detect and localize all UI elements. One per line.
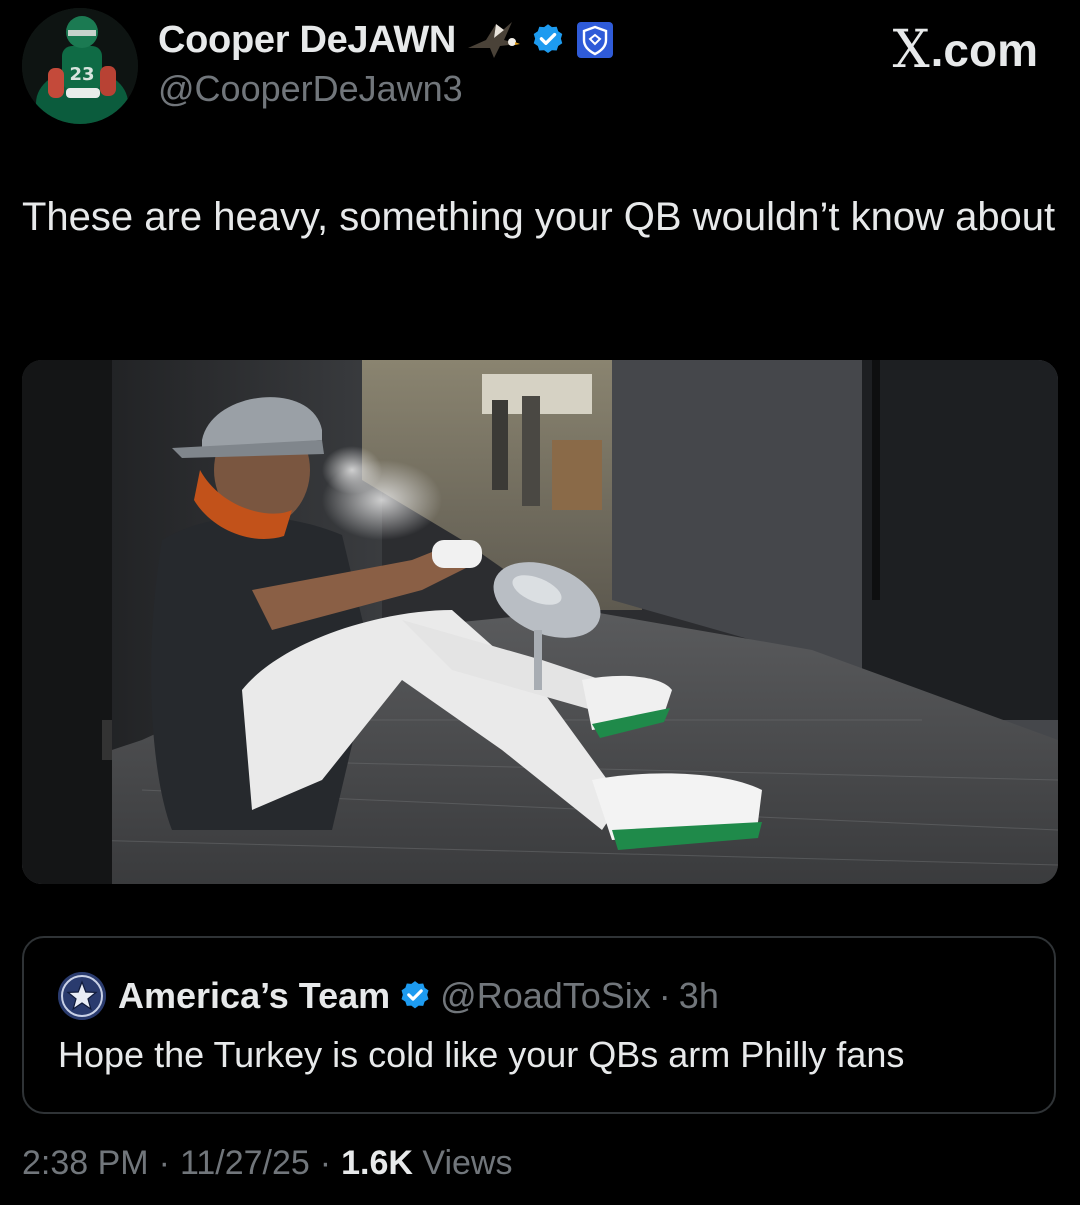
quoted-tweet[interactable]: America’s Team @RoadToSix · 3h Hope the … [22,936,1056,1114]
meta-separator: · [319,1144,332,1182]
x-logo-text: .com [930,24,1038,76]
post-date[interactable]: 11/27/25 [180,1144,310,1183]
tweet-post: 23 Cooper DeJAWN @CooperDeJawn3 X .com T… [0,0,1080,1205]
author-handle[interactable]: @CooperDeJawn3 [158,68,463,110]
tweet-meta: 2:38 PM · 11/27/25 · 1.6K Views [22,1144,512,1183]
quote-separator: · [658,975,671,1016]
verified-badge-icon [530,22,566,58]
shield-badge-icon [576,21,614,59]
tweet-photo[interactable] [22,360,1058,884]
quote-avatar[interactable] [58,972,106,1020]
quote-display-name[interactable]: America’s Team [118,975,390,1017]
tweet-text: These are heavy, something your QB would… [22,195,1056,239]
quote-handle[interactable]: @RoadToSix [440,975,651,1017]
views-label: Views [422,1144,513,1182]
post-time[interactable]: 2:38 PM [22,1144,149,1183]
quote-text: Hope the Turkey is cold like your QBs ar… [58,1034,905,1075]
quote-header: America’s Team @RoadToSix · 3h [118,970,719,1022]
svg-text:23: 23 [69,64,94,85]
eagle-emoji-icon [466,18,521,62]
author-name-row: Cooper DeJAWN [158,16,614,64]
meta-separator: · [158,1144,170,1182]
x-com-logo: X .com [893,20,1038,80]
author-display-name[interactable]: Cooper DeJAWN [158,19,456,62]
author-avatar[interactable]: 23 [22,8,138,124]
x-logo-icon: X [892,20,930,80]
views-count[interactable]: 1.6K [341,1144,413,1182]
quote-timestamp[interactable]: 3h [679,975,719,1017]
verified-badge-icon [398,979,432,1013]
